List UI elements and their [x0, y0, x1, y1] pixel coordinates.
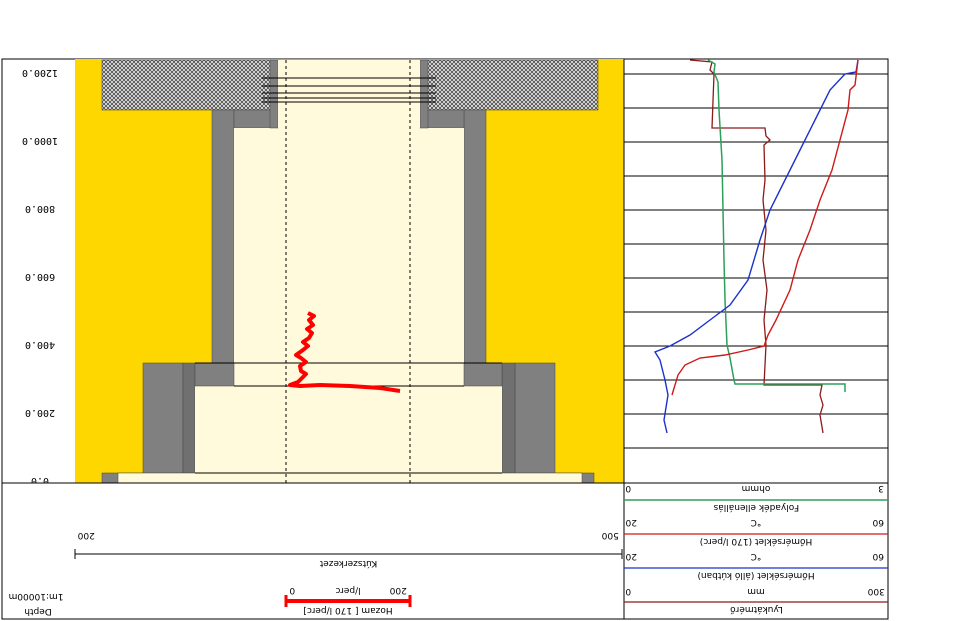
bottom-flange-gap	[117, 472, 583, 484]
homerseklet-allo-max: 60	[872, 551, 884, 561]
hozam-max: 200	[389, 585, 406, 595]
lower-casing-interior	[195, 386, 502, 481]
homerseklet-170-min: 20	[625, 517, 637, 527]
depth-tick-3: 600.0	[25, 271, 55, 282]
kutszerkezet-max: 500	[601, 530, 618, 540]
homerseklet-170-unit: °C	[751, 517, 762, 527]
depth-tick-0: 1200.0	[22, 67, 58, 78]
lower-casing-wall-right	[501, 362, 516, 482]
lower-casing-wall-left	[182, 362, 196, 482]
homerseklet-170-title: Hőmérséklet (170 l/perc)	[700, 536, 812, 547]
well-log-diagram: 1200.0 1000.0 800.0 600.0 400.0 200.0 0.…	[1, 58, 889, 620]
upper-casing-interior	[234, 110, 464, 386]
upper-casing-interior-top	[234, 128, 464, 130]
upper-casing-left	[211, 109, 235, 364]
inner-tubing-left	[269, 59, 279, 129]
casing-step-left	[194, 362, 235, 387]
well-construction-panel	[1, 58, 625, 484]
casing-step-right	[463, 362, 503, 387]
header-legend: Depth 1m:10000m Hozam [ 170 l/perc] 0 l/…	[1, 482, 889, 620]
kutszerkezet-title: Kútszerkezet	[319, 558, 377, 568]
header-left-frame	[1, 482, 625, 620]
homerseklet-allo-unit: °C	[751, 551, 762, 561]
folyadek-min: 0	[625, 483, 631, 493]
hozam-unit: l/perc	[335, 585, 360, 595]
folyadek-title: Folyadék ellenállás	[713, 502, 799, 513]
inner-tubing-right	[419, 59, 429, 129]
lyukatmero-max: 300	[867, 586, 884, 596]
homerseklet-170-max: 60	[872, 517, 884, 527]
lyukatmero-min: 0	[625, 586, 631, 596]
depth-title: Depth	[24, 606, 51, 616]
depth-tick-4: 400.0	[25, 339, 55, 350]
homerseklet-allo-min: 20	[625, 551, 637, 561]
upper-casing-right	[463, 109, 487, 364]
lyukatmero-unit: mm	[747, 586, 765, 596]
lyukatmero-title: Lyukátmérő	[730, 604, 783, 615]
depth-scale: 1m:10000m	[9, 591, 64, 601]
kutszerkezet-min: 200	[77, 530, 94, 540]
log-curves-panel	[623, 58, 889, 484]
depth-tick-1: 1000.0	[22, 135, 58, 146]
hozam-title: Hozam [ 170 l/perc]	[303, 605, 392, 615]
lower-casing-outer-left	[142, 362, 184, 482]
depth-tick-2: 800.0	[25, 203, 55, 214]
homerseklet-allo-title: Hőmérséklet (álló kútban)	[697, 570, 814, 581]
inner-tubing-bore	[278, 60, 420, 128]
lower-casing-outer-right	[514, 362, 556, 482]
depth-tick-5: 200.0	[25, 407, 55, 418]
folyadek-unit: ohmm	[742, 483, 771, 493]
folyadek-max: 3	[878, 483, 884, 493]
hozam-min: 0	[289, 585, 295, 595]
